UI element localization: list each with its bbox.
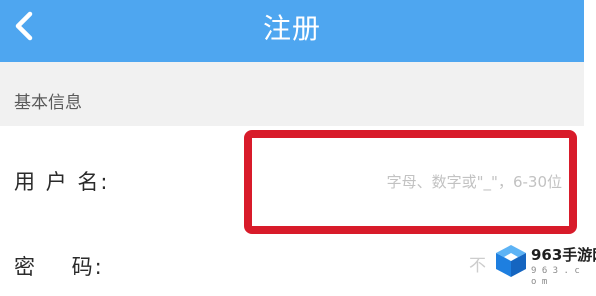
password-label: 密 码: (14, 255, 104, 279)
section-label: 基本信息 (14, 93, 82, 113)
screen-edge (584, 0, 596, 296)
registration-form: 用 户 名: 密 码: (0, 126, 584, 296)
username-label: 用 户 名: (14, 170, 110, 194)
section-basic-info: 基本信息 (0, 62, 584, 126)
username-input[interactable] (252, 166, 566, 198)
app-header: 注册 (0, 0, 584, 62)
page-title: 注册 (262, 12, 321, 45)
password-input[interactable] (300, 250, 488, 282)
